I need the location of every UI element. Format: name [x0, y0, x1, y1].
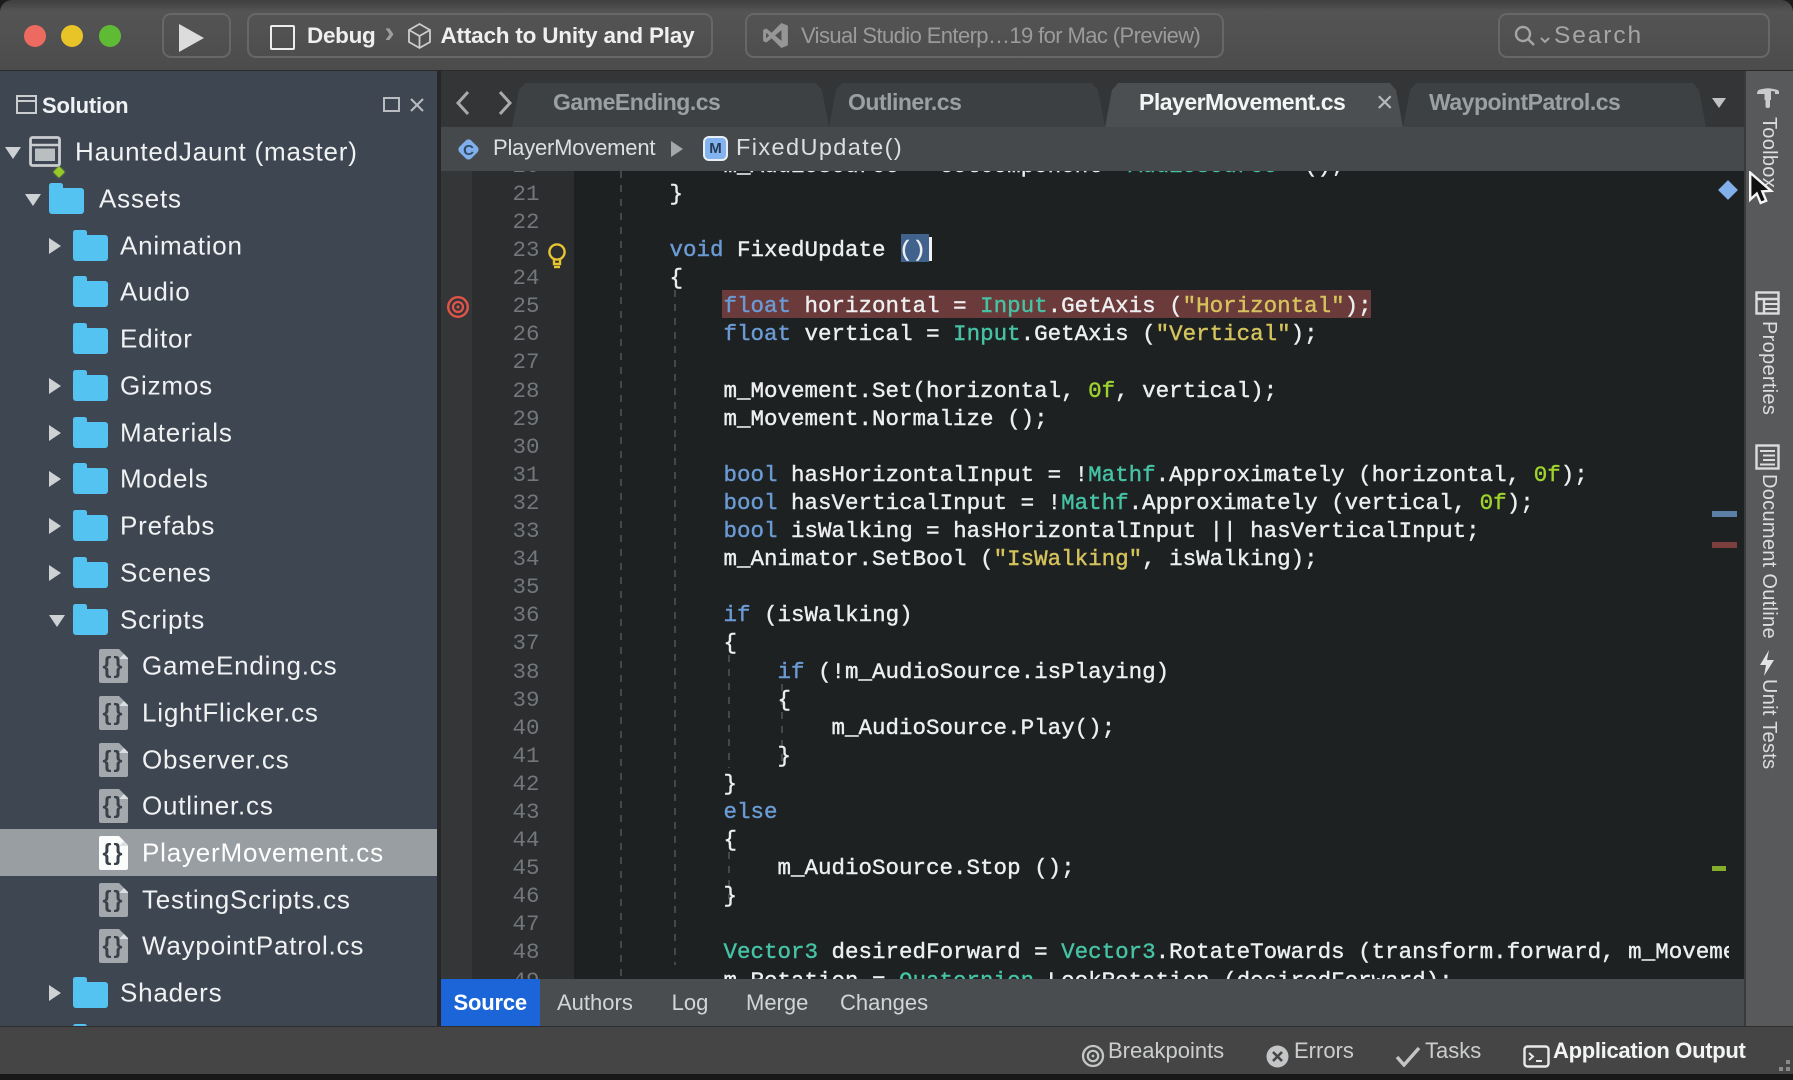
svg-text:C: C	[463, 142, 474, 159]
